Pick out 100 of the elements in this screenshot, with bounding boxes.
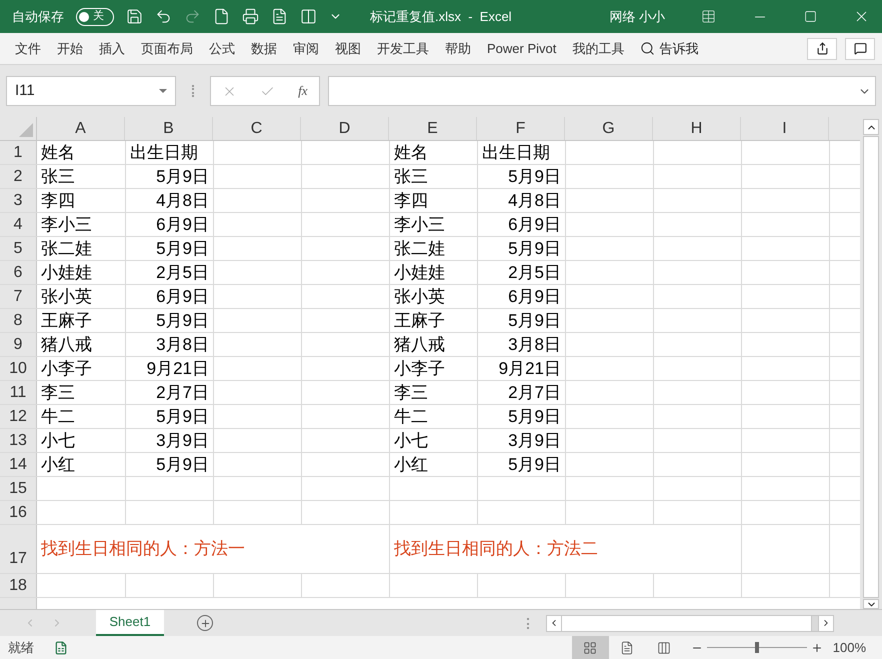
row-header[interactable]: 2 bbox=[0, 165, 37, 188]
ribbon-tab[interactable]: 我的工具 bbox=[564, 33, 632, 64]
table-cell-text: 猪八戒 bbox=[40, 334, 92, 356]
sheet-tab[interactable]: Sheet1 bbox=[96, 610, 164, 636]
table-cell-text: 小七 bbox=[40, 430, 75, 452]
table-cell-text: 5月9日 bbox=[507, 406, 562, 428]
formula-input[interactable] bbox=[328, 76, 876, 106]
table-cell-text: 王麻子 bbox=[40, 310, 92, 332]
table-cell-text: 找到生日相同的人：方法一 bbox=[40, 538, 245, 560]
row-header[interactable]: 11 bbox=[0, 381, 37, 404]
table-cell-text: 3月9日 bbox=[155, 430, 210, 452]
table-cell-text: 5月9日 bbox=[507, 238, 562, 260]
table-cell-text: 李小三 bbox=[393, 214, 445, 236]
table-cell-text: 5月9日 bbox=[155, 310, 210, 332]
ribbon-tab[interactable]: 文件 bbox=[7, 33, 49, 64]
table-cell-text: 张二娃 bbox=[393, 238, 445, 260]
row-header[interactable]: 17 bbox=[0, 525, 37, 573]
zoom-in-icon[interactable] bbox=[810, 642, 823, 654]
column-header[interactable]: E bbox=[389, 117, 477, 140]
column-header[interactable]: F bbox=[477, 117, 565, 140]
table-cell-text: 2月7日 bbox=[507, 382, 562, 404]
table-cell-text: 小娃娃 bbox=[393, 262, 445, 284]
column-header[interactable]: H bbox=[653, 117, 741, 140]
row-header[interactable]: 7 bbox=[0, 285, 37, 308]
save-icon[interactable] bbox=[126, 8, 143, 25]
status-text: 就绪 bbox=[8, 638, 34, 657]
autosave-toggle[interactable]: 关 bbox=[76, 8, 114, 26]
table-cell-text: 张二娃 bbox=[40, 238, 92, 260]
share-button[interactable] bbox=[807, 38, 837, 60]
row-header[interactable]: 13 bbox=[0, 429, 37, 452]
ribbon-tab[interactable]: 帮助 bbox=[437, 33, 479, 64]
vertical-scrollbar[interactable] bbox=[860, 117, 882, 609]
ribbon-tab[interactable]: 插入 bbox=[91, 33, 133, 64]
row-header[interactable]: 14 bbox=[0, 453, 37, 476]
table-cell-text: 出生日期 bbox=[481, 142, 550, 164]
table-cell-text: 9月21日 bbox=[146, 358, 210, 380]
name-box[interactable]: I11 bbox=[6, 76, 176, 106]
table-cell-text: 小红 bbox=[393, 454, 428, 476]
window-title: 标记重复值.xlsx - Excel bbox=[370, 8, 512, 26]
row-header[interactable]: 8 bbox=[0, 309, 37, 332]
new-file-icon[interactable] bbox=[213, 8, 230, 25]
ribbon-tab[interactable]: Power Pivot bbox=[479, 33, 564, 64]
table-cell-text: 3月8日 bbox=[155, 334, 210, 356]
table-cell-text: 张小英 bbox=[393, 286, 445, 308]
column-header[interactable]: D bbox=[301, 117, 389, 140]
table-cell-text: 6月9日 bbox=[155, 286, 210, 308]
table-cell-text: 6月9日 bbox=[507, 214, 562, 236]
comments-button[interactable] bbox=[845, 38, 875, 60]
zoom-slider[interactable] bbox=[706, 642, 807, 654]
ribbon-tab[interactable]: 审阅 bbox=[285, 33, 327, 64]
row-header[interactable]: 6 bbox=[0, 261, 37, 284]
table-cell-text: 5月9日 bbox=[155, 238, 210, 260]
row-header[interactable]: 4 bbox=[0, 213, 37, 236]
table-cell-text: 找到生日相同的人：方法二 bbox=[393, 538, 598, 560]
ribbon-tab[interactable]: 开发工具 bbox=[369, 33, 437, 64]
ribbon-tab[interactable]: 数据 bbox=[243, 33, 285, 64]
undo-icon[interactable] bbox=[155, 8, 172, 25]
insert-function-button[interactable]: fx bbox=[298, 81, 308, 101]
table-cell-text: 李四 bbox=[393, 190, 428, 212]
row-header[interactable]: 1 bbox=[0, 141, 37, 164]
document-icon[interactable] bbox=[271, 8, 288, 25]
ribbon-tab[interactable]: 页面布局 bbox=[133, 33, 201, 64]
table-cell-text: 5月9日 bbox=[155, 406, 210, 428]
zoom-percentage[interactable]: 100% bbox=[832, 638, 866, 658]
layout-icon[interactable] bbox=[300, 8, 317, 25]
row-header[interactable]: 10 bbox=[0, 357, 37, 380]
search-icon[interactable] bbox=[640, 41, 656, 56]
column-header[interactable]: C bbox=[213, 117, 301, 140]
table-cell-text: 2月5日 bbox=[507, 262, 562, 284]
grid-view-icon[interactable] bbox=[572, 636, 609, 659]
ribbon-tab[interactable]: 开始 bbox=[49, 33, 91, 64]
macro-record-icon[interactable] bbox=[54, 640, 68, 654]
horizontal-scrollbar[interactable] bbox=[546, 614, 834, 632]
table-cell-text: 王麻子 bbox=[393, 310, 445, 332]
column-header[interactable]: G bbox=[565, 117, 653, 140]
table-cell-text: 9月21日 bbox=[498, 358, 562, 380]
table-cell-text: 5月9日 bbox=[155, 166, 210, 188]
row-header[interactable]: 18 bbox=[0, 574, 37, 597]
row-header[interactable]: 9 bbox=[0, 333, 37, 356]
table-cell-text: 6月9日 bbox=[155, 214, 210, 236]
printer-icon[interactable] bbox=[242, 8, 259, 25]
column-header[interactable]: B bbox=[125, 117, 213, 140]
row-header[interactable]: 3 bbox=[0, 189, 37, 212]
add-sheet-icon[interactable] bbox=[197, 615, 213, 631]
ribbon-display-icon[interactable] bbox=[701, 9, 716, 24]
row-header[interactable]: 12 bbox=[0, 405, 37, 428]
table-cell-text: 2月7日 bbox=[155, 382, 210, 404]
ribbon-tab[interactable]: 视图 bbox=[327, 33, 369, 64]
table-cell-text: 张三 bbox=[393, 166, 428, 188]
column-header[interactable]: A bbox=[37, 117, 125, 140]
row-header[interactable]: 15 bbox=[0, 477, 37, 500]
maximize-icon[interactable] bbox=[804, 10, 817, 23]
row-header[interactable]: 16 bbox=[0, 501, 37, 524]
zoom-thumb[interactable] bbox=[754, 642, 759, 653]
ribbon-tab[interactable]: 公式 bbox=[201, 33, 243, 64]
column-header[interactable]: I bbox=[741, 117, 829, 140]
user-name: 网络 小小 bbox=[609, 8, 665, 26]
row-header[interactable]: 5 bbox=[0, 237, 37, 260]
autosave-label: 自动保存 bbox=[12, 8, 64, 26]
tell-me-text[interactable]: 告诉我 bbox=[659, 38, 698, 58]
